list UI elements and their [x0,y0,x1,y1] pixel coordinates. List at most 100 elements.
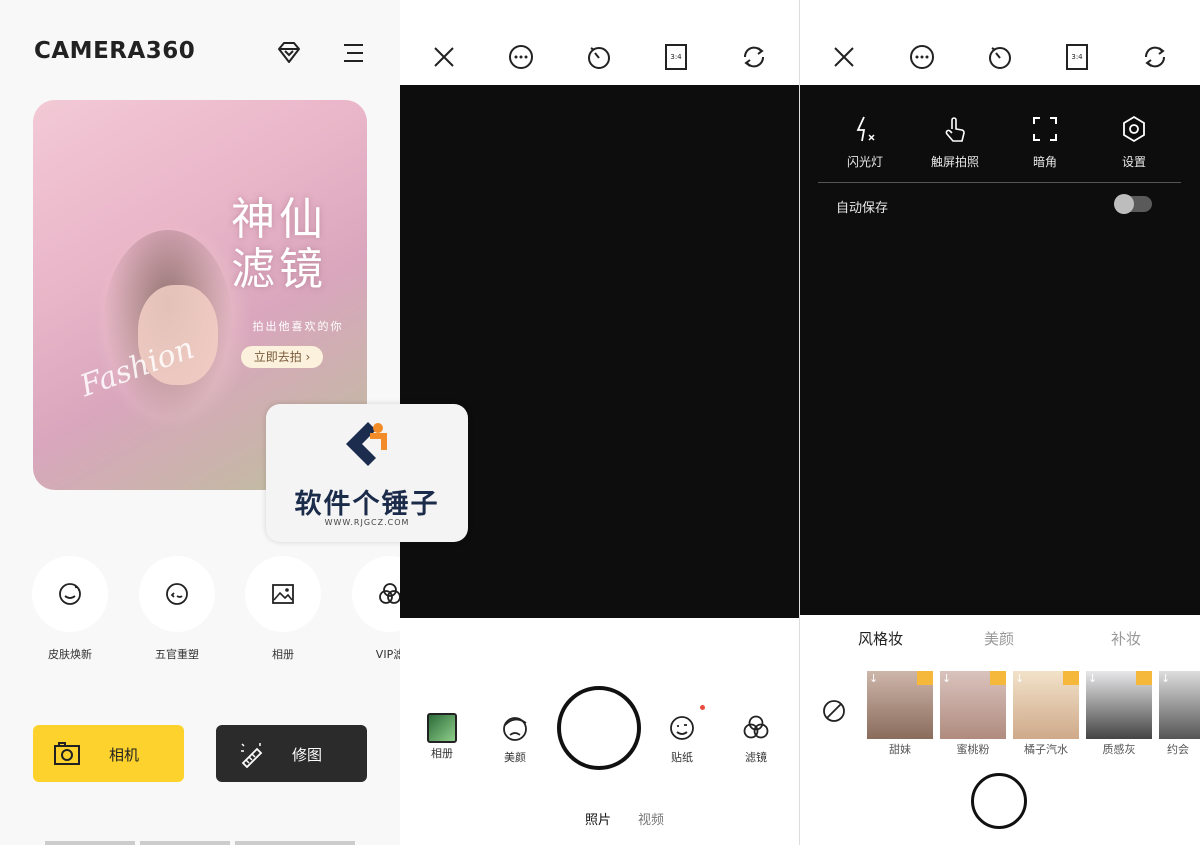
feature-label: 相册 [272,648,294,661]
bottom-tab-indicator [235,841,355,845]
style-item[interactable]: ↓ 甜妹 [867,671,933,757]
style-item[interactable]: ↓ 蜜桃粉 [940,671,1006,757]
watermark-url: WWW.RJGCZ.COM [324,518,410,527]
style-label: 约会 [1167,743,1189,756]
feature-label: VIP滤 [375,648,400,661]
touch-shoot-icon [945,117,965,142]
camera-settings-screen: 3:4 闪光灯 触屏拍照 暗角 设置 自动保存 风格妆 美颜 补妆 ↓ 甜妹 ↓… [800,0,1200,845]
feature-label: 皮肤焕新 [48,648,92,661]
filter-circles-icon [743,715,769,739]
camera-button[interactable]: 相机 [33,725,184,782]
aspect-ratio-button[interactable]: 3:4 [1066,44,1088,70]
feature-face-reshape[interactable] [139,556,215,632]
banner-cta-button[interactable]: 立即去拍 › [241,346,323,368]
banner-title: 神仙滤镜 [231,194,327,295]
album-label: 相册 [431,747,453,760]
feature-album[interactable] [245,556,321,632]
download-icon: ↓ [1015,672,1025,685]
watermark-badge: 软件个锤子 WWW.RJGCZ.COM [266,404,468,542]
bottom-tab-indicator [45,841,135,845]
camera-icon [54,742,80,765]
download-icon: ↓ [1088,672,1098,685]
style-item[interactable]: ↓ 质感灰 [1086,671,1152,757]
setting-vignette[interactable]: 暗角 [1010,115,1080,170]
timer-icon[interactable] [586,44,612,70]
autosave-label: 自动保存 [836,201,889,216]
camera-button-label: 相机 [109,746,140,764]
download-icon: ↓ [1161,672,1171,685]
vip-crown-icon [1136,671,1152,685]
sticker-button[interactable]: 贴纸 [657,713,707,765]
shutter-button[interactable] [557,686,641,770]
download-icon: ↓ [942,672,952,685]
edit-photo-button[interactable]: 修图 [216,725,367,782]
style-thumbnail: ↓ [1086,671,1152,739]
setting-preferences-label: 设置 [1121,155,1146,169]
shutter-button[interactable] [971,773,1027,829]
settings-divider [818,182,1181,183]
setting-touch-shoot[interactable]: 触屏拍照 [920,115,990,170]
style-label: 甜妹 [889,743,911,756]
tab-beauty[interactable]: 美颜 [984,628,1014,649]
vip-crown-icon [917,671,933,685]
sticker-icon [670,716,694,740]
style-item[interactable]: ↓ 橘子汽水 [1013,671,1079,757]
face-reshape-icon [166,583,188,605]
album-button[interactable]: 相册 [417,713,467,761]
close-icon[interactable] [831,44,857,70]
beauty-face-icon [503,717,527,741]
switch-camera-icon[interactable] [741,44,767,70]
style-thumbnail: ↓ [940,671,1006,739]
vip-crown-icon [990,671,1006,685]
flash-off-icon [856,116,875,142]
filter-button[interactable]: 滤镜 [731,713,781,765]
style-thumbnail: ↓ [1159,671,1200,739]
beauty-button[interactable]: 美颜 [490,713,540,765]
menu-icon[interactable] [341,40,367,66]
feature-label: 五官重塑 [155,648,199,661]
style-label: 橘子汽水 [1024,743,1068,756]
style-thumbnail: ↓ [1013,671,1079,739]
timer-icon[interactable] [987,44,1013,70]
close-icon[interactable] [431,44,457,70]
vip-diamond-icon[interactable] [276,40,302,66]
watermark-logo-icon [346,422,387,466]
switch-camera-icon[interactable] [1142,44,1168,70]
beauty-label: 美颜 [504,751,526,764]
more-icon[interactable] [909,44,935,70]
setting-preferences[interactable]: 设置 [1099,115,1169,170]
style-label: 质感灰 [1102,743,1136,756]
style-thumbnail: ↓ [867,671,933,739]
mode-video[interactable]: 视频 [638,809,664,828]
magic-wand-icon [241,743,263,768]
filter-circles-icon [379,583,400,604]
face-smile-icon [59,583,81,605]
style-label: 蜜桃粉 [956,743,990,756]
autosave-toggle[interactable] [1114,194,1152,214]
more-icon[interactable] [508,44,534,70]
feature-skin-renew[interactable] [32,556,108,632]
setting-vignette-label: 暗角 [1032,155,1057,169]
setting-touch-label: 触屏拍照 [930,155,979,169]
vignette-icon [1033,117,1057,141]
settings-hex-icon [1123,115,1145,143]
download-icon: ↓ [869,672,879,685]
banner-subtitle: 拍出他喜欢的你 [252,320,344,333]
filter-label: 滤镜 [745,751,767,764]
vip-crown-icon [1063,671,1079,685]
tab-style-makeup[interactable]: 风格妆 [858,628,903,649]
bottom-tab-indicator [140,841,230,845]
watermark-text: 软件个锤子 [294,489,440,520]
setting-flash[interactable]: 闪光灯 [830,115,900,170]
setting-flash-label: 闪光灯 [846,155,883,169]
sticker-label: 贴纸 [671,751,693,764]
mode-photo[interactable]: 照片 [585,809,611,828]
no-effect-icon[interactable] [822,699,846,723]
feature-vip-filter[interactable] [352,556,400,632]
album-thumbnail [427,713,457,743]
tab-touchup[interactable]: 补妆 [1111,628,1141,649]
style-item[interactable]: ↓ 约会 [1159,671,1200,757]
aspect-ratio-button[interactable]: 3:4 [665,44,687,70]
app-logo: CAMERA360 [34,38,196,64]
toggle-knob [1114,194,1134,214]
